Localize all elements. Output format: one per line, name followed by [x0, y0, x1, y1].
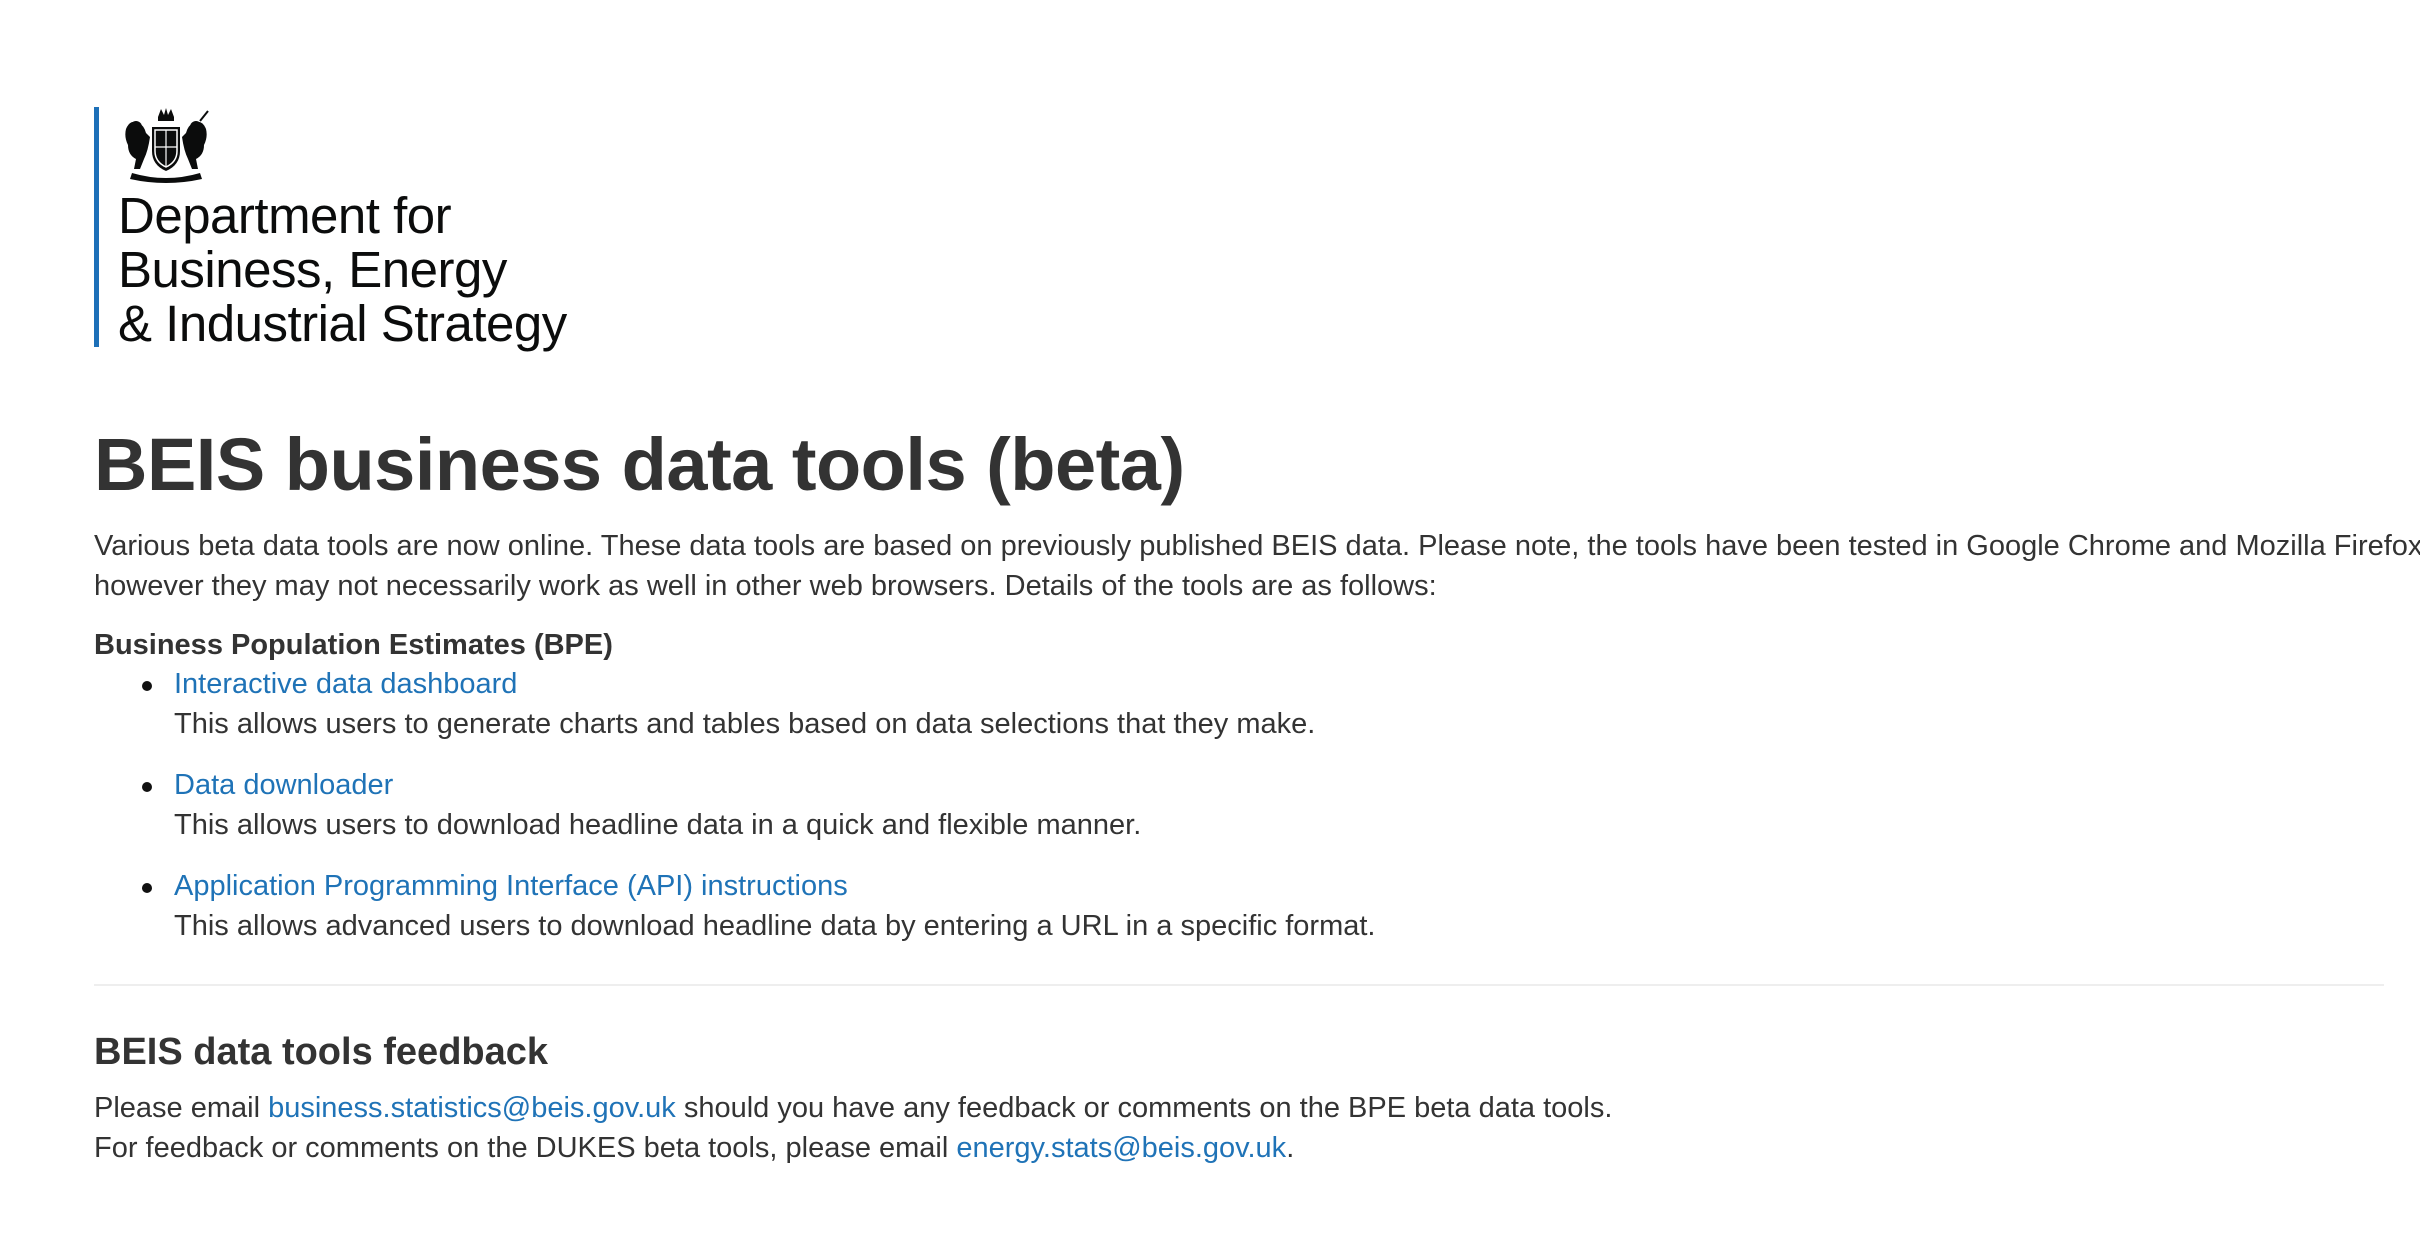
feedback-line-1-prefix: Please email	[94, 1092, 269, 1124]
logo-line-3: & Industrial Strategy	[118, 295, 567, 352]
api-instructions-link[interactable]: Application Programming Interface (API) …	[174, 866, 2294, 906]
data-downloader-link[interactable]: Data downloader	[174, 765, 2294, 805]
list-item: Application Programming Interface (API) …	[94, 866, 2294, 967]
intro-line-1: Various beta data tools are now online. …	[94, 530, 2420, 562]
intro-line-2: however they may not necessarily work as…	[94, 570, 1437, 602]
feedback-line-1-suffix: should you have any feedback or comments…	[675, 1092, 1613, 1124]
logo-wordmark: Department for Business, Energy & Indust…	[118, 189, 718, 351]
bullet-icon	[142, 883, 152, 893]
feedback-heading: BEIS data tools feedback	[94, 1031, 549, 1073]
beis-logo[interactable]: Department for Business, Energy & Indust…	[94, 107, 567, 351]
page-title: BEIS business data tools (beta)	[94, 423, 1185, 506]
feedback-line-2-prefix: For feedback or comments on the DUKES be…	[94, 1132, 957, 1164]
feedback-paragraph: Please email business.statistics@beis.go…	[94, 1088, 1612, 1168]
logo-line-2: Business, Energy	[118, 241, 507, 298]
feedback-line-2: For feedback or comments on the DUKES be…	[94, 1128, 1612, 1168]
energy-stats-email-link[interactable]: energy.stats@beis.gov.uk	[956, 1132, 1286, 1164]
bpe-tools-list: Interactive data dashboard This allows u…	[94, 664, 2294, 967]
list-item: Data downloader This allows users to dow…	[94, 765, 2294, 866]
tool-description: This allows users to download headline d…	[174, 809, 1142, 841]
feedback-line-2-suffix: .	[1286, 1132, 1295, 1164]
intro-paragraph: Various beta data tools are now online. …	[94, 526, 2420, 606]
bullet-icon	[142, 782, 152, 792]
bpe-heading: Business Population Estimates (BPE)	[94, 629, 613, 661]
interactive-dashboard-link[interactable]: Interactive data dashboard	[174, 664, 2294, 704]
section-divider	[94, 984, 2384, 986]
royal-coat-of-arms-icon	[125, 108, 209, 183]
logo-line-1: Department for	[118, 187, 452, 244]
feedback-line-1: Please email business.statistics@beis.go…	[94, 1088, 1612, 1128]
tool-description: This allows users to generate charts and…	[174, 708, 1316, 740]
tool-description: This allows advanced users to download h…	[174, 910, 1376, 942]
bullet-icon	[142, 681, 152, 691]
business-statistics-email-link[interactable]: business.statistics@beis.gov.uk	[268, 1092, 676, 1124]
list-item: Interactive data dashboard This allows u…	[94, 664, 2294, 765]
